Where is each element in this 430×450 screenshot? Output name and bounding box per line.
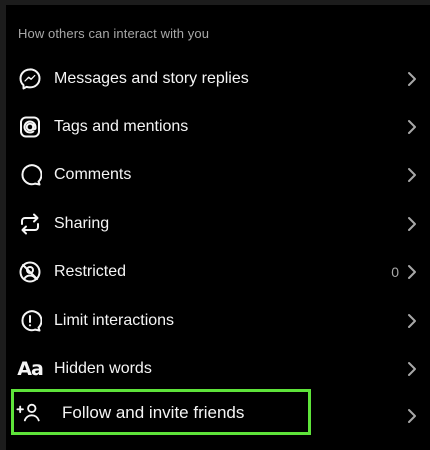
at-sign-icon xyxy=(17,114,43,140)
menu-item-label: Limit interactions xyxy=(54,312,175,329)
sharing-icon xyxy=(17,211,43,237)
hidden-words-icon: Aa xyxy=(17,356,44,382)
menu-item-label: Follow and invite friends xyxy=(62,403,245,422)
chevron-right-icon xyxy=(406,360,418,378)
settings-panel: How others can interact with you Message… xyxy=(0,0,430,450)
chevron-right-icon xyxy=(406,312,418,330)
menu-item-label: Sharing xyxy=(54,215,110,232)
menu-item-restricted[interactable]: Restricted 0 xyxy=(6,248,430,296)
chevron-right-icon xyxy=(406,118,418,136)
chevron-right-icon xyxy=(406,215,418,233)
comment-icon xyxy=(17,162,43,188)
menu-item-label: Comments xyxy=(54,166,132,183)
chevron-right-icon xyxy=(406,70,418,88)
add-person-icon xyxy=(16,400,42,426)
restricted-count: 0 xyxy=(391,264,399,280)
chevron-right-icon xyxy=(406,407,418,425)
menu-item-messages-and-story-replies[interactable]: Messages and story replies xyxy=(6,55,430,103)
chevron-right-icon xyxy=(406,166,418,184)
chevron-right-icon xyxy=(406,263,418,281)
menu-item-label: Restricted xyxy=(54,263,127,280)
menu-item-hidden-words[interactable]: Aa Hidden words xyxy=(6,345,430,393)
menu-item-tags-and-mentions[interactable]: Tags and mentions xyxy=(6,103,430,151)
hidden-words-glyph: Aa xyxy=(17,358,44,380)
menu-item-comments[interactable]: Comments xyxy=(6,151,430,199)
menu-item-sharing[interactable]: Sharing xyxy=(6,200,430,248)
menu-item-label: Tags and mentions xyxy=(54,118,189,135)
menu-item-limit-interactions[interactable]: Limit interactions xyxy=(6,297,430,345)
menu-item-label: Messages and story replies xyxy=(54,70,249,87)
messenger-icon xyxy=(17,66,43,92)
restricted-icon xyxy=(17,259,43,285)
section-title: How others can interact with you xyxy=(18,26,210,41)
menu-item-follow-and-invite-friends[interactable]: Follow and invite friends xyxy=(6,391,430,435)
limit-interactions-icon xyxy=(17,308,43,334)
menu-item-label: Hidden words xyxy=(54,360,152,377)
